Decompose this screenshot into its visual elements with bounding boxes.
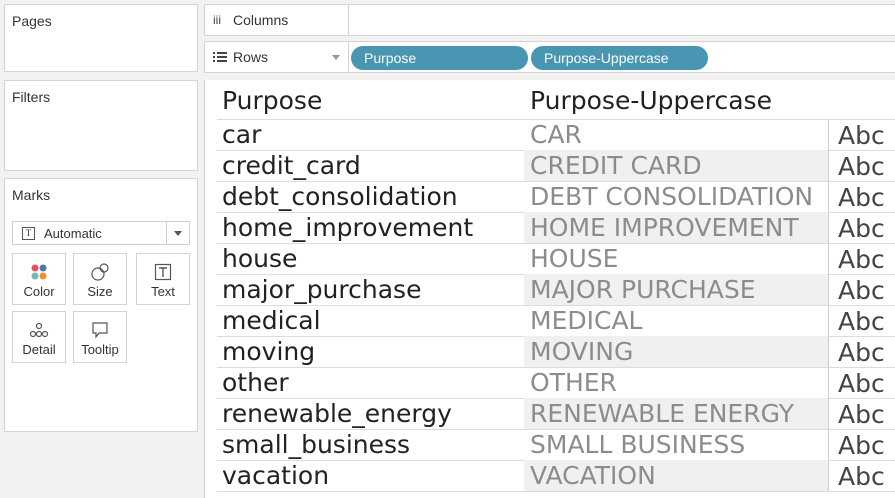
row-divider	[217, 491, 895, 492]
columns-label: Columns	[233, 12, 289, 28]
purpose-uppercase-cell[interactable]: HOUSE	[530, 243, 618, 274]
purpose-uppercase-cell[interactable]: SMALL BUSINESS	[530, 429, 745, 460]
text-button[interactable]: Text	[136, 253, 190, 305]
abc-placeholder-cell[interactable]: Abc	[838, 244, 885, 275]
purpose-cell[interactable]: moving	[222, 336, 315, 367]
purpose-cell[interactable]: home_improvement	[222, 212, 473, 243]
purpose-cell[interactable]: debt_consolidation	[222, 181, 458, 212]
table-row[interactable]: medical MEDICAL Abc	[205, 305, 895, 336]
pages-card[interactable]: Pages	[4, 4, 198, 72]
purpose-uppercase-cell[interactable]: DEBT CONSOLIDATION	[530, 181, 813, 212]
columns-shelf-header: iii Columns	[205, 5, 349, 35]
marks-title: Marks	[12, 187, 51, 203]
purpose-cell[interactable]: house	[222, 243, 297, 274]
abc-placeholder-cell[interactable]: Abc	[838, 430, 885, 461]
abc-placeholder-cell[interactable]: Abc	[838, 182, 885, 213]
abc-placeholder-cell[interactable]: Abc	[838, 120, 885, 151]
purpose-uppercase-cell[interactable]: HOME IMPROVEMENT	[530, 212, 799, 243]
chevron-down-icon[interactable]	[166, 222, 189, 244]
size-label: Size	[87, 284, 113, 299]
column-header-purpose[interactable]: Purpose	[222, 86, 322, 115]
purpose-uppercase-cell[interactable]: OTHER	[530, 367, 617, 398]
table-row[interactable]: home_improvement HOME IMPROVEMENT Abc	[205, 212, 895, 243]
purpose-cell[interactable]: vacation	[222, 460, 329, 491]
color-button[interactable]: Color	[12, 253, 66, 305]
rows-icon	[213, 52, 227, 62]
tooltip-icon	[92, 322, 108, 339]
abc-placeholder-cell[interactable]: Abc	[838, 275, 885, 306]
pill-purpose-uppercase[interactable]: Purpose-Uppercase	[531, 46, 708, 70]
rows-shelf-header: Rows	[205, 42, 349, 72]
table-row[interactable]: debt_consolidation DEBT CONSOLIDATION Abc	[205, 181, 895, 212]
table-row[interactable]: vacation VACATION Abc	[205, 460, 895, 491]
columns-icon: iii	[213, 13, 221, 27]
filters-title: Filters	[12, 89, 51, 105]
abc-placeholder-cell[interactable]: Abc	[838, 399, 885, 430]
text-icon	[154, 263, 172, 281]
abc-placeholder-cell[interactable]: Abc	[838, 213, 885, 244]
table-row[interactable]: credit_card CREDIT CARD Abc	[205, 150, 895, 181]
detail-label: Detail	[22, 342, 56, 357]
crosstab-view: Purpose Purpose-Uppercase car CAR Abc credi…	[204, 80, 895, 498]
purpose-cell[interactable]: small_business	[222, 429, 410, 460]
abc-placeholder-cell[interactable]: Abc	[838, 306, 885, 337]
purpose-uppercase-cell[interactable]: MEDICAL	[530, 305, 642, 336]
table-row[interactable]: major_purchase MAJOR PURCHASE Abc	[205, 274, 895, 305]
table-row[interactable]: house HOUSE Abc	[205, 243, 895, 274]
marks-card: Marks T Automatic Color Size Text Detail…	[4, 178, 198, 432]
purpose-uppercase-cell[interactable]: MOVING	[530, 336, 633, 367]
size-button[interactable]: Size	[73, 253, 127, 305]
abc-placeholder-cell[interactable]: Abc	[838, 461, 885, 492]
abc-placeholder-cell[interactable]: Abc	[838, 368, 885, 399]
abc-placeholder-cell[interactable]: Abc	[838, 151, 885, 182]
rows-shelf[interactable]: Rows Purpose Purpose-Uppercase	[204, 41, 895, 73]
color-icon	[31, 264, 47, 280]
table-row[interactable]: moving MOVING Abc	[205, 336, 895, 367]
chevron-down-icon[interactable]	[332, 55, 340, 60]
purpose-uppercase-cell[interactable]: VACATION	[530, 460, 656, 491]
text-mark-icon: T	[22, 227, 35, 240]
tooltip-button[interactable]: Tooltip	[73, 311, 127, 363]
table-row[interactable]: other OTHER Abc	[205, 367, 895, 398]
text-label: Text	[151, 284, 175, 299]
tooltip-label: Tooltip	[81, 342, 119, 357]
columns-shelf[interactable]: iii Columns	[204, 4, 895, 36]
detail-button[interactable]: Detail	[12, 311, 66, 363]
column-header-purpose-uppercase[interactable]: Purpose-Uppercase	[530, 86, 772, 115]
rows-label: Rows	[233, 49, 269, 65]
pill-purpose[interactable]: Purpose	[351, 46, 528, 70]
purpose-cell[interactable]: major_purchase	[222, 274, 421, 305]
column-divider	[828, 119, 829, 491]
filters-card[interactable]: Filters	[4, 80, 198, 171]
purpose-uppercase-cell[interactable]: MAJOR PURCHASE	[530, 274, 756, 305]
purpose-cell[interactable]: renewable_energy	[222, 398, 452, 429]
purpose-uppercase-cell[interactable]: CREDIT CARD	[530, 150, 702, 181]
purpose-cell[interactable]: other	[222, 367, 289, 398]
table-row[interactable]: renewable_energy RENEWABLE ENERGY Abc	[205, 398, 895, 429]
color-label: Color	[23, 284, 55, 299]
purpose-cell[interactable]: credit_card	[222, 150, 361, 181]
purpose-uppercase-cell[interactable]: RENEWABLE ENERGY	[530, 398, 794, 429]
size-icon	[91, 263, 109, 281]
table-row[interactable]: small_business SMALL BUSINESS Abc	[205, 429, 895, 460]
mark-type-label: Automatic	[44, 226, 102, 241]
detail-icon	[29, 322, 49, 338]
pages-title: Pages	[12, 13, 52, 29]
table-row[interactable]: car CAR Abc	[205, 119, 895, 150]
mark-type-dropdown[interactable]: T Automatic	[12, 221, 190, 245]
purpose-uppercase-cell[interactable]: CAR	[530, 119, 582, 150]
purpose-cell[interactable]: car	[222, 119, 261, 150]
purpose-cell[interactable]: medical	[222, 305, 321, 336]
abc-placeholder-cell[interactable]: Abc	[838, 337, 885, 368]
